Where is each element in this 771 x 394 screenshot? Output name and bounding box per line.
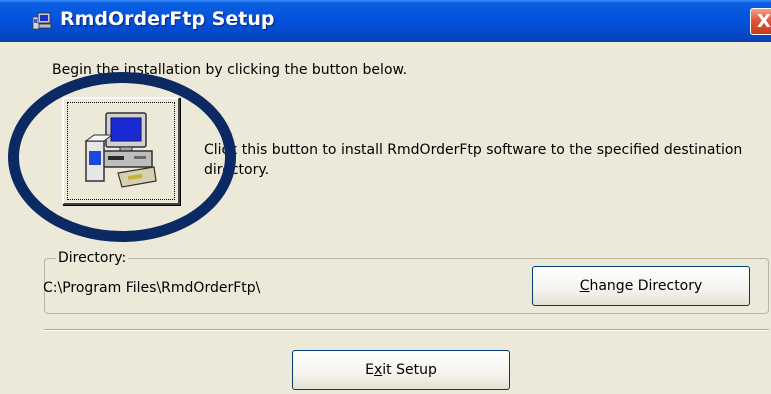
separator — [44, 329, 769, 331]
change-directory-button[interactable]: Change Directory — [532, 266, 750, 306]
exit-setup-prefix: E — [365, 362, 374, 378]
close-icon: X — [757, 11, 771, 32]
directory-path: C:\Program Files\RmdOrderFtp\ — [43, 280, 261, 296]
title-bar[interactable]: RmdOrderFtp Setup X — [0, 0, 771, 42]
change-directory-label: hange Directory — [589, 278, 703, 294]
install-button[interactable] — [62, 97, 180, 205]
install-description-line-2: directory. — [204, 162, 270, 178]
window-title: RmdOrderFtp Setup — [60, 8, 275, 30]
setup-window: RmdOrderFtp Setup X Begin the installati… — [0, 0, 771, 394]
exit-setup-label: it Setup — [382, 362, 437, 378]
instruction-text: Begin the installation by clicking the b… — [52, 62, 408, 78]
close-button[interactable]: X — [750, 8, 771, 35]
install-description-line-1: Click this button to install RmdOrderFtp… — [204, 142, 743, 158]
setup-computer-icon — [32, 11, 54, 31]
directory-label: Directory: — [56, 250, 129, 266]
install-description: Click this button to install RmdOrderFtp… — [204, 140, 764, 180]
exit-setup-button[interactable]: Exit Setup — [292, 350, 510, 390]
computer-install-icon — [84, 111, 160, 191]
